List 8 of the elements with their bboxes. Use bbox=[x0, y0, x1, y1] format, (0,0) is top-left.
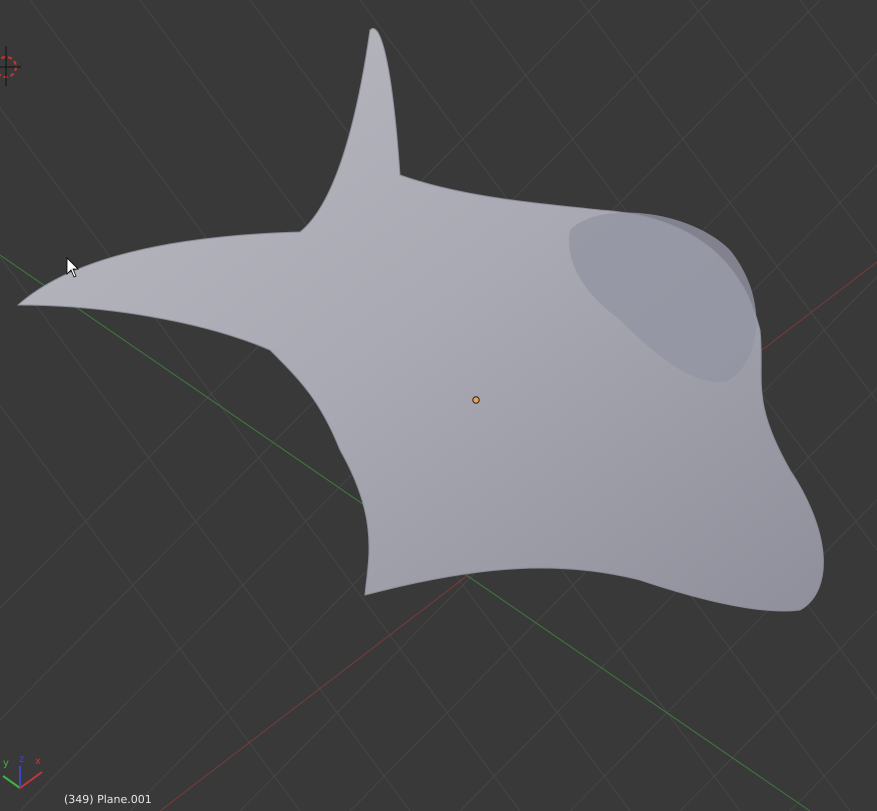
origin-dot bbox=[472, 396, 480, 404]
object-label: (349) Plane.001 bbox=[64, 793, 152, 806]
3d-cursor-icon bbox=[0, 46, 22, 86]
mouse-cursor-icon bbox=[66, 257, 79, 278]
axis-label: y bbox=[3, 759, 9, 769]
3d-viewport[interactable]: y z x (349) Plane.001 bbox=[0, 0, 877, 811]
axis-label: z bbox=[19, 755, 24, 765]
axis-label: x bbox=[35, 757, 41, 767]
